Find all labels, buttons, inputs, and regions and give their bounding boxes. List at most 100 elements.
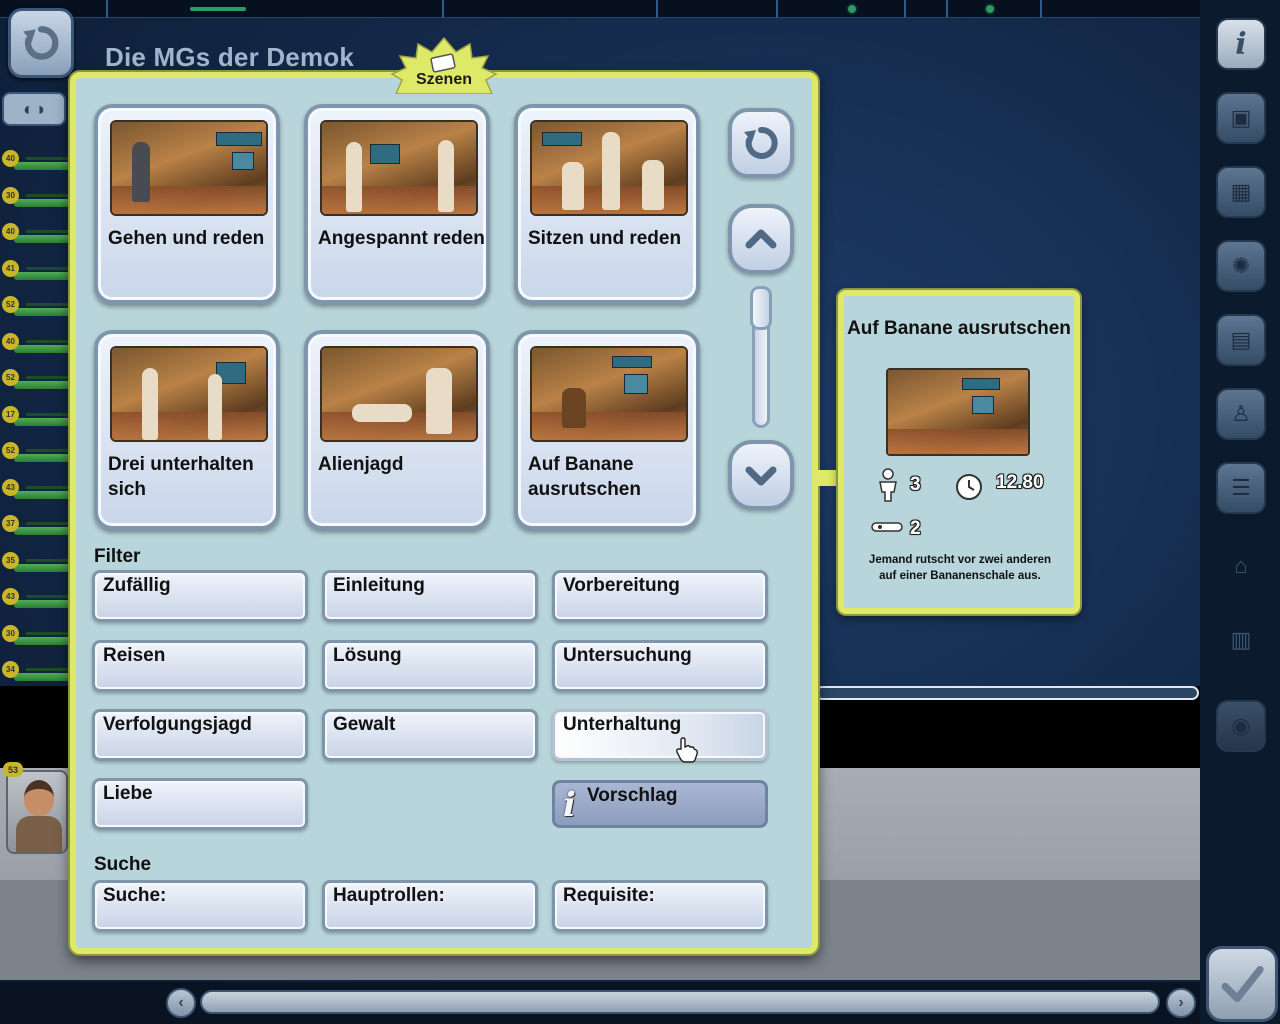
scene-label: Sitzen und reden [528,228,682,249]
person-icon: ♙ [1231,401,1251,426]
lighting-tool-button[interactable]: ✺ [1216,240,1266,292]
bottom-scrollbar[interactable] [200,990,1160,1014]
timeline-marker[interactable] [984,3,996,15]
scenes-icon: ▣ [1230,105,1252,130]
track-row[interactable]: 40 [0,148,70,185]
reset-icon [744,127,778,159]
reset-button[interactable] [728,108,794,178]
building-icon: ▦ [1230,179,1252,204]
track-row[interactable]: 52 [0,367,70,404]
track-row[interactable]: 43 [0,586,70,623]
track-row[interactable]: 43 [0,477,70,514]
search-lead-roles-field[interactable]: Hauptrollen: [322,880,538,932]
info-thumbnail [886,368,1030,456]
track-list: 40304041524052175243373543303444 [0,148,70,732]
track-badge: 52 [2,442,19,459]
scenes-tab: Szenen [388,36,500,94]
filter-liebe[interactable]: Liebe [92,778,308,830]
trash-button[interactable]: ▥ [1216,614,1266,666]
track-bar-accent [26,157,70,160]
suggestion-button[interactable]: i Vorschlag [552,780,768,828]
track-row[interactable]: 41 [0,258,70,295]
filter-unterhaltung[interactable]: Unterhaltung [552,709,768,761]
track-row[interactable]: 17 [0,404,70,441]
timeline-scrollbar[interactable] [815,686,1199,700]
track-bar-accent [26,303,70,306]
preview-button[interactable]: ◉ [1216,700,1266,752]
track-row[interactable]: 37 [0,513,70,550]
props-count: 2 [910,518,921,539]
filter-reisen[interactable]: Reisen [92,640,308,692]
theater-masks-button[interactable]: ◐◑ [2,92,66,126]
track-bar [14,162,70,170]
props-icon [871,522,903,532]
track-bar [14,600,70,608]
wardrobe-button[interactable]: ⌂ [1216,540,1266,592]
track-badge: 30 [2,624,19,642]
filter-untersuchung[interactable]: Untersuchung [552,640,768,692]
track-row[interactable]: 35 [0,550,70,587]
track-badge: 40 [2,150,19,167]
scene-list-scroll-thumb[interactable] [750,286,772,330]
actor-tool-button[interactable]: ♙ [1216,388,1266,440]
scene-thumbnail [110,120,268,216]
scene-card-angespannt-reden[interactable]: Angespannt reden [304,104,490,304]
track-bar-accent [26,266,70,270]
timeline-marker[interactable] [846,3,858,15]
timeline-tick [904,0,906,18]
chevron-up-icon [745,229,777,249]
scene-description: Jemand rutscht vor zwei anderen auf eine… [868,554,1052,582]
track-badge: 52 [2,296,19,313]
scene-card-auf-banane-ausrutschen[interactable]: Auf Banane ausrutschen [514,330,700,530]
track-bar-accent [26,595,70,598]
track-row[interactable]: 40 [0,221,70,258]
track-badge: 37 [2,515,19,532]
filter-loesung[interactable]: Lösung [322,640,538,692]
scene-card-alienjagd[interactable]: Alienjagd [304,330,490,530]
scroll-up-button[interactable] [728,204,794,274]
scene-thumbnail [530,346,688,442]
set-tool-button[interactable]: ▦ [1216,166,1266,218]
track-row[interactable]: 30 [0,185,70,222]
search-text-field[interactable]: Suche: [92,880,308,932]
settings-tool-button[interactable]: ☰ [1216,462,1266,514]
chevron-left-icon: ‹ [178,994,184,1011]
undo-button[interactable] [8,8,74,78]
track-row[interactable]: 52 [0,294,70,331]
filter-vorbereitung[interactable]: Vorbereitung [552,570,768,622]
track-row[interactable]: 30 [0,623,70,660]
script-tool-button[interactable]: ▤ [1216,314,1266,366]
track-badge: 40 [2,332,19,350]
filter-zufaellig[interactable]: Zufällig [92,570,308,622]
scene-card-gehen-und-reden[interactable]: Gehen und reden [94,104,280,304]
filter-gewalt[interactable]: Gewalt [322,709,538,761]
track-row[interactable]: 40 [0,331,70,368]
scene-card-sitzen-und-reden[interactable]: Sitzen und reden [514,104,700,304]
track-bar [14,527,70,535]
scene-duration: 12.80 [996,472,1044,493]
scroll-down-button[interactable] [728,440,794,510]
timeline-tick [442,0,444,18]
scene-label: Alienjagd [318,454,404,475]
scene-label: Angespannt reden [318,228,485,249]
track-badge: 17 [2,405,19,423]
document-icon: ▤ [1230,327,1252,352]
top-timeline[interactable] [0,0,1200,18]
track-bar [14,417,70,426]
track-row[interactable]: 52 [0,440,70,477]
filter-verfolgungsjagd[interactable]: Verfolgungsjagd [92,709,308,761]
track-badge: 52 [2,369,19,386]
search-props-field[interactable]: Requisite: [552,880,768,932]
scenes-tool-button[interactable]: ▣ [1216,92,1266,144]
eye-icon: ◉ [1231,713,1251,738]
character-avatar[interactable] [6,770,68,854]
filter-einleitung[interactable]: Einleitung [322,570,538,622]
scroll-left-button[interactable]: ‹ [166,988,196,1018]
track-bar [14,235,70,243]
scene-card-drei-unterhalten-sich[interactable]: Drei unterhalten sich [94,330,280,530]
info-button[interactable]: i [1216,18,1266,70]
timeline-segment [190,7,246,11]
track-bar-accent [26,558,70,562]
confirm-button[interactable] [1206,946,1278,1022]
scroll-right-button[interactable]: › [1166,988,1196,1018]
